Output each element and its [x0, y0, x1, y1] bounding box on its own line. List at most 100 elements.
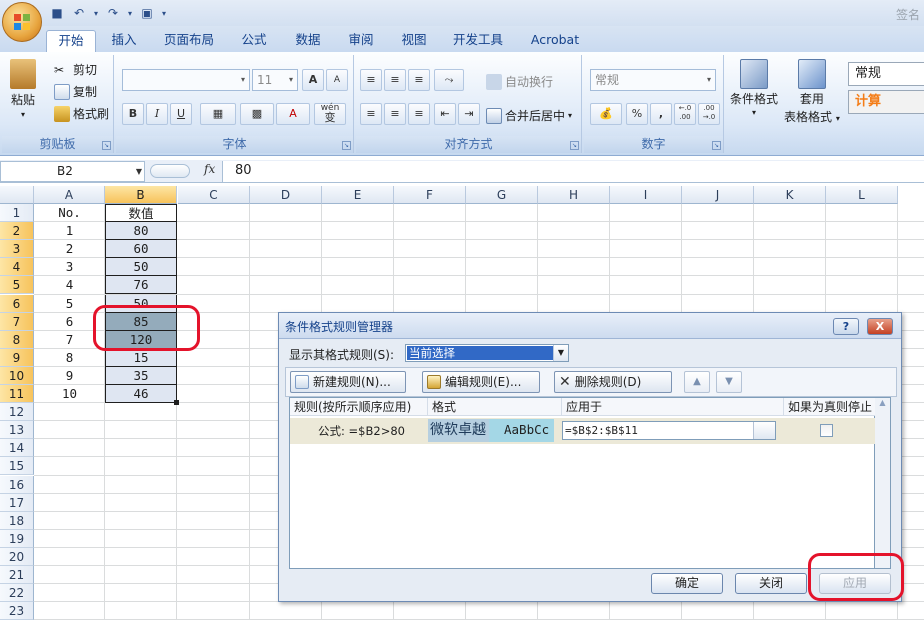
font-launcher-icon[interactable]: ↘	[342, 141, 351, 150]
column-header-c[interactable]: C	[178, 186, 250, 204]
edit-rule-button[interactable]: 编辑规则(E)...	[422, 371, 540, 393]
column-header-b[interactable]: B	[105, 186, 177, 204]
align-left-button[interactable]: ≡	[360, 103, 382, 125]
name-box-dropdown-icon[interactable]: ▼	[136, 162, 142, 181]
grow-font-button[interactable]: A	[302, 69, 324, 91]
accounting-format-button[interactable]: 💰	[590, 103, 622, 125]
number-format-combo[interactable]: 常规 ▾	[590, 69, 716, 91]
row-header-7[interactable]: 7	[0, 312, 34, 331]
cell-a9[interactable]: 8	[34, 349, 105, 367]
style-calculation[interactable]: 计算	[848, 90, 924, 114]
row-header-21[interactable]: 21	[0, 566, 34, 584]
font-size-combo[interactable]: 11 ▾	[252, 69, 298, 91]
cell-a3[interactable]: 2	[34, 240, 105, 258]
tab-page-layout[interactable]: 页面布局	[158, 30, 220, 52]
row-header-3[interactable]: 3	[0, 240, 34, 259]
undo-icon[interactable]: ↶	[70, 4, 88, 22]
row-header-20[interactable]: 20	[0, 547, 34, 566]
help-button[interactable]: ?	[833, 318, 859, 335]
tab-home[interactable]: 开始	[46, 30, 96, 52]
col-header-format[interactable]: 格式	[428, 398, 562, 416]
cell-b9[interactable]: 15	[105, 348, 177, 367]
new-rule-button[interactable]: 新建规则(N)...	[290, 371, 406, 393]
scroll-up-icon[interactable]: ▲	[875, 398, 890, 407]
row-header-6[interactable]: 6	[0, 294, 34, 313]
align-bottom-button[interactable]: ≡	[408, 69, 430, 91]
copy-button[interactable]: 复制	[54, 83, 97, 100]
align-top-button[interactable]: ≡	[360, 69, 382, 91]
tab-view[interactable]: 视图	[394, 30, 434, 52]
alignment-launcher-icon[interactable]: ↘	[570, 141, 579, 150]
row-header-8[interactable]: 8	[0, 330, 34, 349]
col-header-stop-if-true[interactable]: 如果为真则停止	[784, 398, 876, 416]
italic-button[interactable]: I	[146, 103, 168, 125]
column-header-l[interactable]: L	[826, 186, 898, 204]
style-normal[interactable]: 常规	[848, 62, 924, 86]
paste-button[interactable]: 粘贴 ▾	[10, 59, 36, 119]
row-header-15[interactable]: 15	[0, 457, 34, 476]
move-down-icon[interactable]: ▼	[716, 371, 742, 393]
column-header-g[interactable]: G	[466, 186, 538, 204]
phonetic-button[interactable]: wén 变	[314, 103, 346, 125]
fill-handle[interactable]	[174, 400, 179, 406]
applies-to-field[interactable]: =$B$2:$B$11	[562, 421, 776, 440]
shrink-font-button[interactable]: A	[326, 69, 348, 91]
rule-row[interactable]: 公式: =$B2>80 微软卓越 AaBbCc =$B$2:$B$11	[290, 418, 875, 444]
cell-a11[interactable]: 10	[34, 385, 105, 403]
comma-button[interactable]: ,	[650, 103, 672, 125]
tab-data[interactable]: 数据	[288, 30, 328, 52]
bold-button[interactable]: B	[122, 103, 144, 125]
delete-rule-button[interactable]: ✕ 删除规则(D)	[554, 371, 672, 393]
cut-button[interactable]: ✂ 剪切	[54, 61, 97, 78]
conditional-format-button[interactable]: 条件格式 ▾	[730, 59, 778, 117]
cell-a1[interactable]: No.	[34, 204, 105, 222]
cell-b11[interactable]: 46	[105, 385, 177, 403]
row-header-5[interactable]: 5	[0, 276, 34, 295]
insert-function-icon[interactable]: fx	[204, 162, 215, 176]
move-up-icon[interactable]: ▲	[684, 371, 710, 393]
row-header-10[interactable]: 10	[0, 366, 34, 385]
formula-bar-resize-handle[interactable]	[150, 164, 190, 178]
column-header-a[interactable]: A	[34, 186, 105, 204]
row-header-23[interactable]: 23	[0, 602, 34, 620]
column-header-h[interactable]: H	[538, 186, 610, 204]
column-header-e[interactable]: E	[322, 186, 394, 204]
font-color-button[interactable]: A	[276, 103, 310, 125]
wrap-text-button[interactable]: 自动换行	[486, 73, 553, 90]
col-header-applies-to[interactable]: 应用于	[562, 398, 784, 416]
decrease-indent-button[interactable]: ⇤	[434, 103, 456, 125]
tab-formulas[interactable]: 公式	[234, 30, 274, 52]
font-name-combo[interactable]: ▾	[122, 69, 250, 91]
row-header-16[interactable]: 16	[0, 475, 34, 494]
show-rules-dropdown-icon[interactable]: ▼	[553, 345, 568, 361]
tab-review[interactable]: 审阅	[341, 30, 381, 52]
format-as-table-button[interactable]: 套用 表格格式 ▾	[784, 59, 840, 125]
column-header-f[interactable]: F	[394, 186, 466, 204]
tab-developer[interactable]: 开发工具	[446, 30, 510, 52]
customize-qat-icon[interactable]: ▾	[160, 4, 168, 22]
increase-indent-button[interactable]: ⇥	[458, 103, 480, 125]
column-header-d[interactable]: D	[250, 186, 322, 204]
column-header-k[interactable]: K	[754, 186, 826, 204]
row-header-12[interactable]: 12	[0, 403, 34, 422]
row-header-22[interactable]: 22	[0, 584, 34, 603]
column-header-j[interactable]: J	[682, 186, 754, 204]
cell-a2[interactable]: 1	[34, 222, 105, 240]
row-header-9[interactable]: 9	[0, 348, 34, 367]
select-all-corner[interactable]	[0, 186, 34, 204]
number-launcher-icon[interactable]: ↘	[712, 141, 721, 150]
row-header-11[interactable]: 11	[0, 385, 34, 403]
fill-color-button[interactable]: ▩	[240, 103, 274, 125]
decrease-decimal-button[interactable]: .00 →.0	[698, 103, 720, 125]
undo-dropdown-icon[interactable]: ▾	[92, 4, 100, 22]
range-picker-icon[interactable]	[753, 422, 775, 439]
cell-b10[interactable]: 35	[105, 366, 177, 385]
cell-b3[interactable]: 60	[105, 240, 177, 259]
ok-button[interactable]: 确定	[651, 573, 723, 594]
tab-acrobat[interactable]: Acrobat	[524, 30, 586, 52]
cell-b4[interactable]: 50	[105, 258, 177, 277]
row-header-19[interactable]: 19	[0, 529, 34, 548]
align-right-button[interactable]: ≡	[408, 103, 430, 125]
cell-a5[interactable]: 4	[34, 276, 105, 294]
underline-button[interactable]: U	[170, 103, 192, 125]
